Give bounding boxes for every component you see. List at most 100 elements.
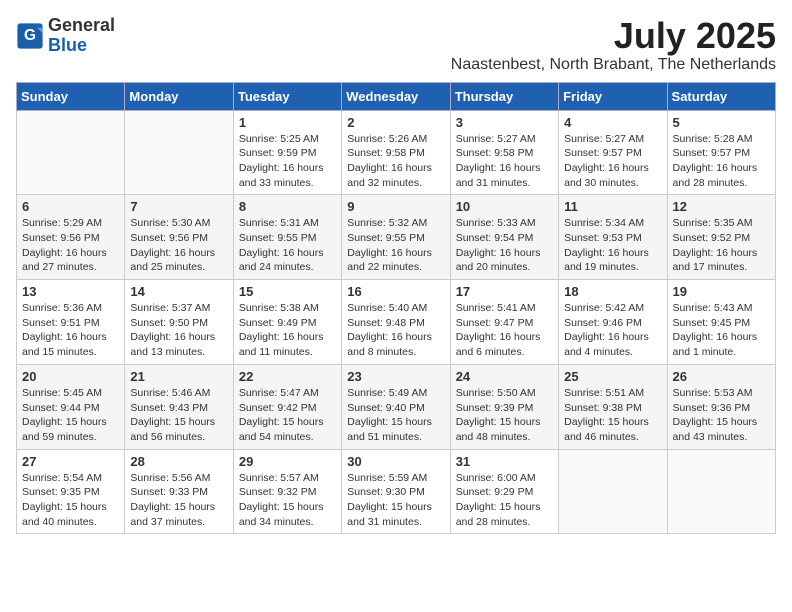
day-number: 5 [673, 115, 770, 130]
day-of-week-header: Thursday [450, 82, 558, 110]
calendar-day-cell: 24Sunrise: 5:50 AM Sunset: 9:39 PM Dayli… [450, 364, 558, 449]
day-info: Sunrise: 5:36 AM Sunset: 9:51 PM Dayligh… [22, 301, 119, 360]
day-number: 19 [673, 284, 770, 299]
day-info: Sunrise: 5:59 AM Sunset: 9:30 PM Dayligh… [347, 471, 444, 530]
day-number: 14 [130, 284, 227, 299]
calendar-week-row: 27 Sunrise: 5:54 AM Sunset: 9:35 PM Dayli… [17, 449, 776, 534]
calendar-table: SundayMondayTuesdayWednesdayThursdayFrid… [16, 82, 776, 535]
calendar-day-cell [17, 110, 125, 195]
calendar-day-cell: 13Sunrise: 5:36 AM Sunset: 9:51 PM Dayli… [17, 280, 125, 365]
day-info: Sunrise: 5:51 AM Sunset: 9:38 PM Dayligh… [564, 386, 661, 445]
logo: G General Blue [16, 16, 115, 56]
calendar-day-cell: 6 Sunrise: 5:29 AM Sunset: 9:56 PM Daylig… [17, 195, 125, 280]
calendar-day-cell: 4 Sunrise: 5:27 AM Sunset: 9:57 PM Daylig… [559, 110, 667, 195]
calendar-day-cell: 14 Sunrise: 5:37 AM Sunset: 9:50 PM Dayli… [125, 280, 233, 365]
calendar-day-cell: 25 Sunrise: 5:51 AM Sunset: 9:38 PM Dayli… [559, 364, 667, 449]
day-number: 29 [239, 454, 336, 469]
day-of-week-header: Tuesday [233, 82, 341, 110]
calendar-day-cell [667, 449, 775, 534]
day-info: Sunrise: 5:56 AM Sunset: 9:33 PM Dayligh… [130, 471, 227, 530]
day-info: Sunrise: 5:27 AM Sunset: 9:57 PM Dayligh… [564, 132, 661, 191]
day-number: 7 [130, 199, 227, 214]
day-number: 26 [673, 369, 770, 384]
calendar-day-cell: 17Sunrise: 5:41 AM Sunset: 9:47 PM Dayli… [450, 280, 558, 365]
calendar-day-cell: 20 Sunrise: 5:45 AM Sunset: 9:44 PM Dayli… [17, 364, 125, 449]
calendar-day-cell: 12Sunrise: 5:35 AM Sunset: 9:52 PM Dayli… [667, 195, 775, 280]
calendar-day-cell: 9 Sunrise: 5:32 AM Sunset: 9:55 PM Daylig… [342, 195, 450, 280]
day-number: 12 [673, 199, 770, 214]
day-number: 31 [456, 454, 553, 469]
calendar-day-cell: 11Sunrise: 5:34 AM Sunset: 9:53 PM Dayli… [559, 195, 667, 280]
day-number: 28 [130, 454, 227, 469]
logo-text: General Blue [48, 16, 115, 56]
day-number: 8 [239, 199, 336, 214]
day-number: 9 [347, 199, 444, 214]
calendar-day-cell: 10 Sunrise: 5:33 AM Sunset: 9:54 PM Dayli… [450, 195, 558, 280]
calendar-day-cell [559, 449, 667, 534]
calendar-day-cell: 21 Sunrise: 5:46 AM Sunset: 9:43 PM Dayli… [125, 364, 233, 449]
logo-general: General [48, 15, 115, 35]
day-info: Sunrise: 5:30 AM Sunset: 9:56 PM Dayligh… [130, 216, 227, 275]
calendar-day-cell: 2 Sunrise: 5:26 AM Sunset: 9:58 PM Daylig… [342, 110, 450, 195]
day-number: 4 [564, 115, 661, 130]
title-block: July 2025 Naastenbest, North Brabant, Th… [451, 16, 776, 74]
day-info: Sunrise: 5:49 AM Sunset: 9:40 PM Dayligh… [347, 386, 444, 445]
day-info: Sunrise: 5:42 AM Sunset: 9:46 PM Dayligh… [564, 301, 661, 360]
day-number: 18 [564, 284, 661, 299]
calendar-day-cell: 15 Sunrise: 5:38 AM Sunset: 9:49 PM Dayli… [233, 280, 341, 365]
day-number: 11 [564, 199, 661, 214]
calendar-week-row: 13Sunrise: 5:36 AM Sunset: 9:51 PM Dayli… [17, 280, 776, 365]
day-info: Sunrise: 5:46 AM Sunset: 9:43 PM Dayligh… [130, 386, 227, 445]
calendar-day-cell: 5 Sunrise: 5:28 AM Sunset: 9:57 PM Daylig… [667, 110, 775, 195]
logo-icon: G [16, 22, 44, 50]
day-of-week-header: Monday [125, 82, 233, 110]
calendar-day-cell: 16Sunrise: 5:40 AM Sunset: 9:48 PM Dayli… [342, 280, 450, 365]
calendar-day-cell [125, 110, 233, 195]
day-info: Sunrise: 5:37 AM Sunset: 9:50 PM Dayligh… [130, 301, 227, 360]
day-number: 6 [22, 199, 119, 214]
day-number: 17 [456, 284, 553, 299]
day-of-week-header: Sunday [17, 82, 125, 110]
day-number: 27 [22, 454, 119, 469]
day-number: 2 [347, 115, 444, 130]
day-info: Sunrise: 5:27 AM Sunset: 9:58 PM Dayligh… [456, 132, 553, 191]
day-info: Sunrise: 5:38 AM Sunset: 9:49 PM Dayligh… [239, 301, 336, 360]
calendar-day-cell: 28 Sunrise: 5:56 AM Sunset: 9:33 PM Dayli… [125, 449, 233, 534]
day-info: Sunrise: 5:31 AM Sunset: 9:55 PM Dayligh… [239, 216, 336, 275]
day-number: 15 [239, 284, 336, 299]
day-number: 25 [564, 369, 661, 384]
calendar-week-row: 6 Sunrise: 5:29 AM Sunset: 9:56 PM Daylig… [17, 195, 776, 280]
day-number: 22 [239, 369, 336, 384]
day-info: Sunrise: 5:57 AM Sunset: 9:32 PM Dayligh… [239, 471, 336, 530]
day-info: Sunrise: 5:45 AM Sunset: 9:44 PM Dayligh… [22, 386, 119, 445]
day-info: Sunrise: 5:43 AM Sunset: 9:45 PM Dayligh… [673, 301, 770, 360]
calendar-day-cell: 27 Sunrise: 5:54 AM Sunset: 9:35 PM Dayli… [17, 449, 125, 534]
calendar-day-cell: 1Sunrise: 5:25 AM Sunset: 9:59 PM Daylig… [233, 110, 341, 195]
day-info: Sunrise: 5:28 AM Sunset: 9:57 PM Dayligh… [673, 132, 770, 191]
calendar-day-cell: 8 Sunrise: 5:31 AM Sunset: 9:55 PM Daylig… [233, 195, 341, 280]
day-number: 10 [456, 199, 553, 214]
calendar-week-row: 20 Sunrise: 5:45 AM Sunset: 9:44 PM Dayli… [17, 364, 776, 449]
day-info: Sunrise: 5:29 AM Sunset: 9:56 PM Dayligh… [22, 216, 119, 275]
page-header: G General Blue July 2025 Naastenbest, No… [16, 16, 776, 74]
calendar-day-cell: 3Sunrise: 5:27 AM Sunset: 9:58 PM Daylig… [450, 110, 558, 195]
day-number: 20 [22, 369, 119, 384]
calendar-week-row: 1Sunrise: 5:25 AM Sunset: 9:59 PM Daylig… [17, 110, 776, 195]
day-number: 24 [456, 369, 553, 384]
day-info: Sunrise: 5:33 AM Sunset: 9:54 PM Dayligh… [456, 216, 553, 275]
day-info: Sunrise: 5:54 AM Sunset: 9:35 PM Dayligh… [22, 471, 119, 530]
day-number: 1 [239, 115, 336, 130]
day-number: 21 [130, 369, 227, 384]
calendar-day-cell: 19 Sunrise: 5:43 AM Sunset: 9:45 PM Dayli… [667, 280, 775, 365]
logo-blue: Blue [48, 35, 87, 55]
calendar-day-cell: 23Sunrise: 5:49 AM Sunset: 9:40 PM Dayli… [342, 364, 450, 449]
calendar-day-cell: 30Sunrise: 5:59 AM Sunset: 9:30 PM Dayli… [342, 449, 450, 534]
day-info: Sunrise: 5:26 AM Sunset: 9:58 PM Dayligh… [347, 132, 444, 191]
calendar-day-cell: 18 Sunrise: 5:42 AM Sunset: 9:46 PM Dayli… [559, 280, 667, 365]
location-title: Naastenbest, North Brabant, The Netherla… [451, 56, 776, 74]
calendar-day-cell: 31Sunrise: 6:00 AM Sunset: 9:29 PM Dayli… [450, 449, 558, 534]
calendar-day-cell: 26Sunrise: 5:53 AM Sunset: 9:36 PM Dayli… [667, 364, 775, 449]
day-info: Sunrise: 5:32 AM Sunset: 9:55 PM Dayligh… [347, 216, 444, 275]
day-number: 16 [347, 284, 444, 299]
calendar-day-cell: 29 Sunrise: 5:57 AM Sunset: 9:32 PM Dayli… [233, 449, 341, 534]
